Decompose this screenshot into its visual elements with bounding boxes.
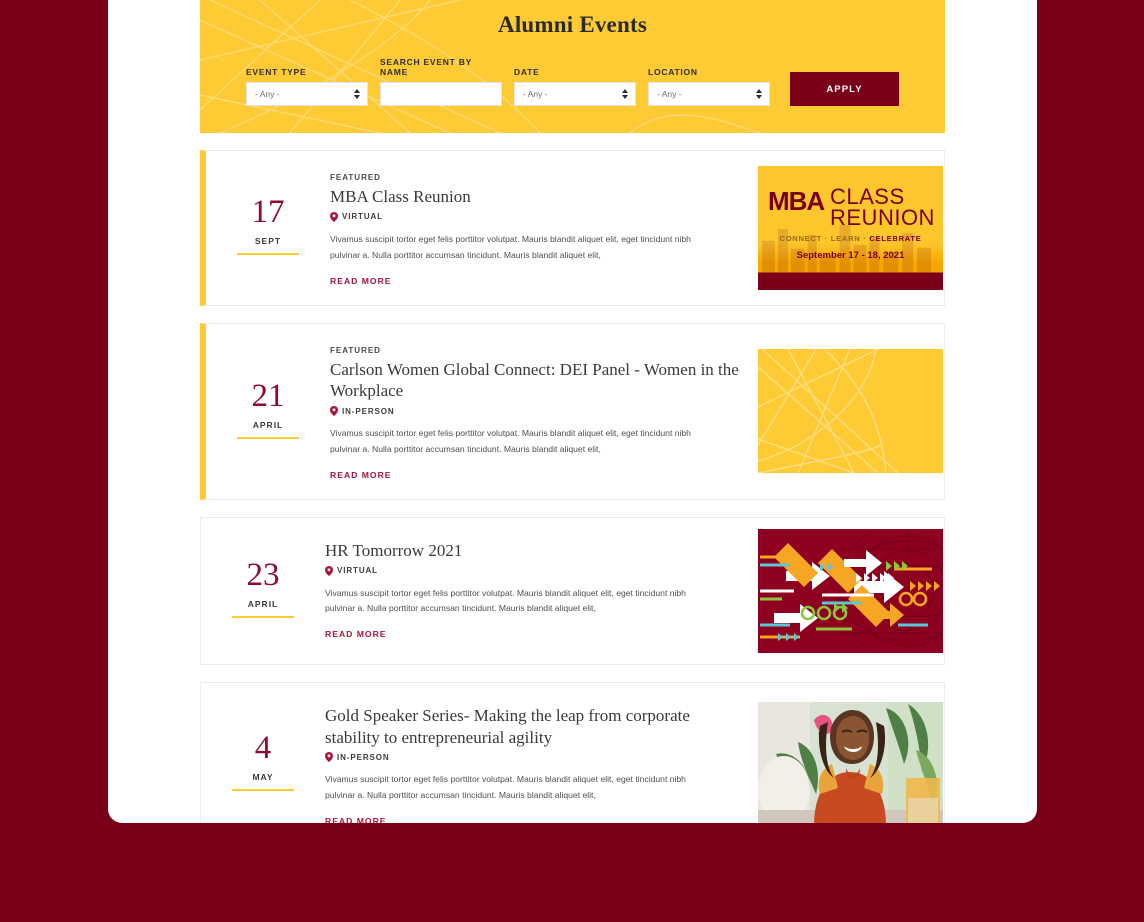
map-pin-icon [330, 211, 338, 222]
event-details: HR Tomorrow 2021 VIRTUAL Vivamus suscipi… [325, 518, 758, 664]
event-type-select[interactable]: - Any - [246, 82, 368, 106]
event-thumbnail-gold-graphic[interactable] [758, 349, 943, 474]
event-date-block: 21 APRIL [206, 324, 330, 499]
event-thumbnail-hr-arrows[interactable] [758, 528, 943, 653]
thumb-mba-line1: MBA [768, 185, 825, 216]
stepper-arrows-icon[interactable] [622, 89, 628, 99]
page-content: Alumni Events EVENT TYPE - Any - SEARCH … [200, 0, 945, 823]
filter-search-event-label: SEARCH EVENT BY NAME [380, 57, 472, 77]
event-date-day: 17 [251, 194, 285, 231]
speaker-portrait-photo [758, 701, 943, 823]
date-underline-rule [232, 616, 294, 619]
featured-badge: FEATURED [330, 345, 381, 355]
event-date-day: 4 [254, 730, 272, 767]
event-list: 17 SEPT FEATURED MBA Class Reunion VIRTU… [200, 150, 945, 823]
featured-badge: FEATURED [330, 173, 381, 182]
date-underline-rule [237, 253, 299, 256]
event-date-block: 23 APRIL [201, 518, 325, 664]
arrows-globe-graphic-icon [758, 528, 943, 653]
event-date-day: 23 [246, 557, 280, 594]
stepper-arrows-icon[interactable] [354, 89, 360, 99]
event-card[interactable]: 21 APRIL FEATURED Carlson Women Global C… [200, 322, 945, 500]
filter-location: LOCATION - Any - [648, 67, 770, 106]
event-date-block: 17 SEPT [206, 151, 330, 305]
event-location: IN-PERSON [325, 752, 740, 763]
event-thumbnail-wrap [758, 683, 944, 823]
event-thumbnail-wrap [758, 324, 944, 499]
event-details: Gold Speaker Series- Making the leap fro… [325, 683, 758, 823]
event-description: Vivamus suscipit tortor eget felis portt… [330, 233, 691, 260]
event-description: Vivamus suscipit tortor eget felis portt… [330, 428, 691, 454]
thumb-mba-line2: CLASS REUNION [830, 183, 935, 231]
event-location-label: IN-PERSON [342, 406, 395, 416]
map-pin-icon [330, 406, 338, 417]
stepper-arrows-icon[interactable] [756, 89, 762, 99]
event-title[interactable]: HR Tomorrow 2021 [325, 540, 740, 562]
thumb-mba-tagline: CONNECT · LEARN · CELEBRATE [758, 234, 943, 243]
location-select[interactable]: - Any - [648, 82, 770, 106]
event-location-label: VIRTUAL [337, 566, 378, 576]
event-description: Vivamus suscipit tortor eget felis portt… [325, 774, 686, 801]
alumni-events-hero: Alumni Events EVENT TYPE - Any - SEARCH … [200, 0, 945, 133]
event-date-month: MAY [252, 772, 274, 783]
event-thumbnail-wrap: MBA CLASS REUNION CONNECT · LEARN · CELEB… [758, 151, 944, 305]
filter-date-label: DATE [514, 67, 540, 77]
page-container: Alumni Events EVENT TYPE - Any - SEARCH … [108, 0, 1037, 823]
event-filter-bar: EVENT TYPE - Any - SEARCH EVENT BY NAME … [200, 38, 945, 106]
page-title: Alumni Events [498, 12, 647, 37]
event-thumbnail-speaker-photo[interactable] [758, 701, 943, 823]
read-more-link[interactable]: READ MORE [330, 276, 392, 286]
event-card[interactable]: 4 MAY Gold Speaker Series- Making the le… [200, 681, 945, 823]
thumb-mba-tagline-bold: CELEBRATE [869, 233, 922, 243]
event-details: FEATURED MBA Class Reunion VIRTUAL Vivam… [330, 151, 758, 305]
event-location-label: VIRTUAL [342, 212, 383, 222]
event-date-month: APRIL [247, 599, 279, 610]
map-pin-icon [325, 565, 333, 576]
event-date-month: SEPT [254, 236, 282, 247]
filter-event-type: EVENT TYPE - Any - [246, 67, 368, 106]
event-date-block: 4 MAY [201, 683, 325, 823]
thumb-mba-dates: September 17 - 18, 2021 [796, 249, 905, 261]
event-title[interactable]: Gold Speaker Series- Making the leap fro… [325, 705, 740, 749]
date-underline-rule [232, 789, 294, 792]
filter-date: DATE - Any - [514, 67, 636, 106]
map-pin-icon [325, 752, 333, 763]
event-card[interactable]: 17 SEPT FEATURED MBA Class Reunion VIRTU… [200, 150, 945, 306]
apply-filters-button[interactable]: APPLY [790, 72, 899, 106]
event-location-label: IN-PERSON [337, 752, 390, 762]
date-value: - Any - [523, 89, 548, 99]
date-underline-rule [237, 436, 299, 439]
filter-search-event: SEARCH EVENT BY NAME [380, 57, 502, 106]
event-card[interactable]: 23 APRIL HR Tomorrow 2021 VIRTUAL Vivamu… [200, 516, 945, 665]
event-description: Vivamus suscipit tortor eget felis portt… [325, 587, 686, 614]
event-type-value: - Any - [255, 89, 280, 99]
event-location: VIRTUAL [330, 211, 740, 222]
thumb-mba-tagline-plain: CONNECT · LEARN · [779, 233, 870, 243]
location-value: - Any - [657, 89, 682, 99]
event-date-month: APRIL [252, 419, 284, 430]
date-select[interactable]: - Any - [514, 82, 636, 106]
event-title[interactable]: MBA Class Reunion [330, 186, 740, 208]
event-thumbnail-wrap [758, 518, 944, 664]
search-event-input[interactable] [380, 82, 502, 106]
filter-event-type-label: EVENT TYPE [246, 67, 307, 77]
read-more-link[interactable]: READ MORE [330, 470, 392, 480]
event-location: VIRTUAL [325, 565, 740, 576]
decorative-line-pattern [758, 349, 899, 474]
event-thumbnail-mba-reunion[interactable]: MBA CLASS REUNION CONNECT · LEARN · CELEB… [758, 165, 943, 290]
read-more-link[interactable]: READ MORE [325, 816, 387, 823]
event-location: IN-PERSON [330, 406, 740, 417]
read-more-link[interactable]: READ MORE [325, 629, 387, 639]
event-details: FEATURED Carlson Women Global Connect: D… [330, 324, 758, 499]
event-date-day: 21 [251, 377, 285, 414]
event-title[interactable]: Carlson Women Global Connect: DEI Panel … [330, 359, 740, 403]
filter-location-label: LOCATION [648, 67, 698, 77]
